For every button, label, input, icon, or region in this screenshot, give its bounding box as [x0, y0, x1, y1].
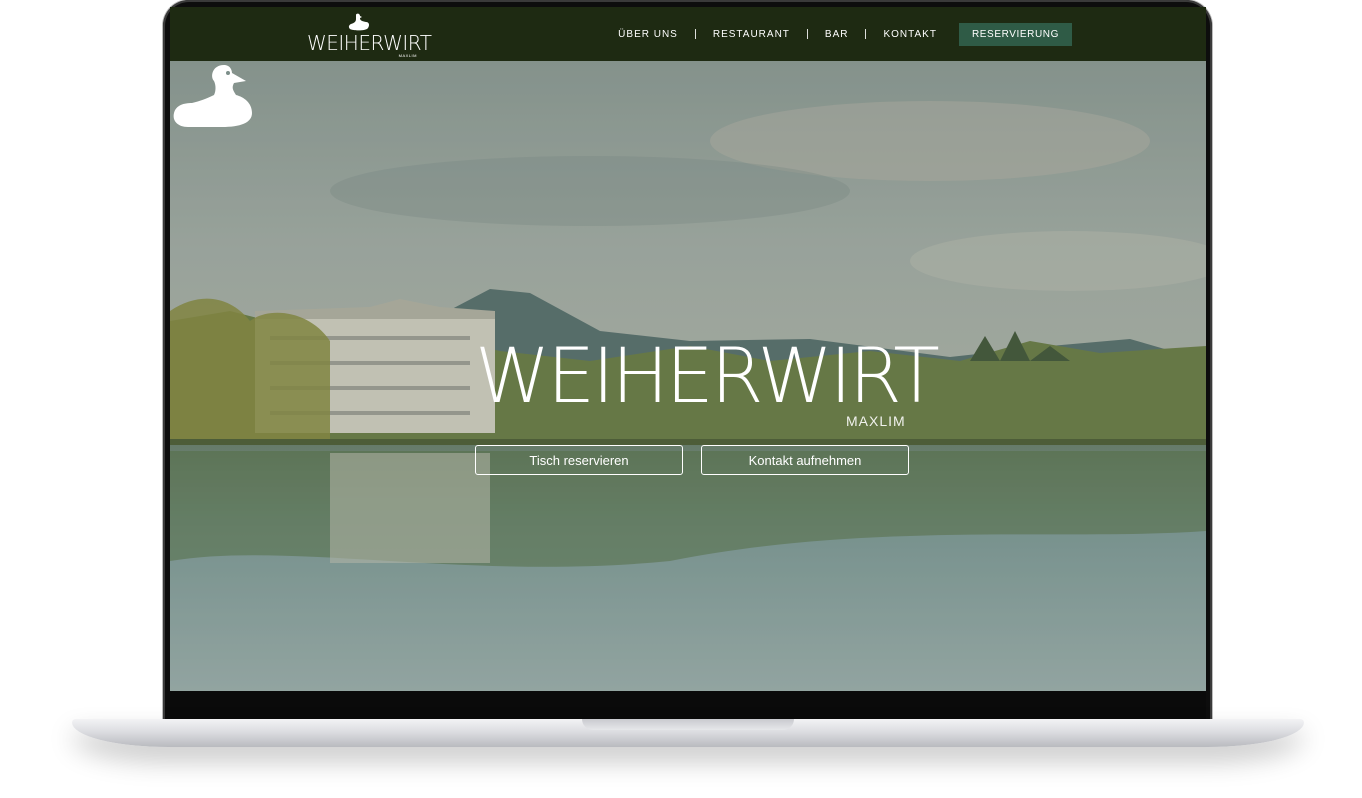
- logo-wordmark: WEIHERWIRT: [307, 31, 432, 55]
- contact-button[interactable]: Kontakt aufnehmen: [701, 445, 909, 475]
- duck-icon: [173, 65, 252, 127]
- nav-restaurant[interactable]: RESTAURANT: [713, 29, 790, 40]
- nav-divider: [806, 29, 808, 39]
- reserve-table-button[interactable]: Tisch reservieren: [475, 445, 683, 475]
- nav-kontakt[interactable]: KONTAKT: [883, 29, 936, 40]
- hero-section: WEIHERWIRT MAXLIM Tisch reservieren Kont…: [170, 61, 1206, 691]
- site-navbar: WEIHERWIRT MAXLIM ÜBER UNS RESTAURANT BA…: [170, 7, 1206, 61]
- site-logo[interactable]: WEIHERWIRT MAXLIM: [307, 13, 432, 59]
- laptop-notch: [582, 719, 794, 730]
- laptop-screen: WEIHERWIRT MAXLIM ÜBER UNS RESTAURANT BA…: [170, 7, 1206, 691]
- nav-divider: [865, 29, 867, 39]
- hero-title: WEIHERWIRT: [475, 331, 940, 420]
- nav-ueber-uns[interactable]: ÜBER UNS: [618, 29, 678, 40]
- hero-subtitle: MAXLIM: [846, 413, 906, 429]
- reservation-button[interactable]: RESERVIERUNG: [958, 22, 1072, 46]
- main-nav: ÜBER UNS RESTAURANT BAR KONTAKT RESERVIE…: [618, 7, 1206, 61]
- duck-icon: [348, 13, 370, 31]
- logo-subtitle: MAXLIM: [398, 53, 417, 58]
- laptop-bezel: [170, 691, 1206, 720]
- nav-divider: [694, 29, 696, 39]
- nav-bar[interactable]: BAR: [825, 29, 849, 40]
